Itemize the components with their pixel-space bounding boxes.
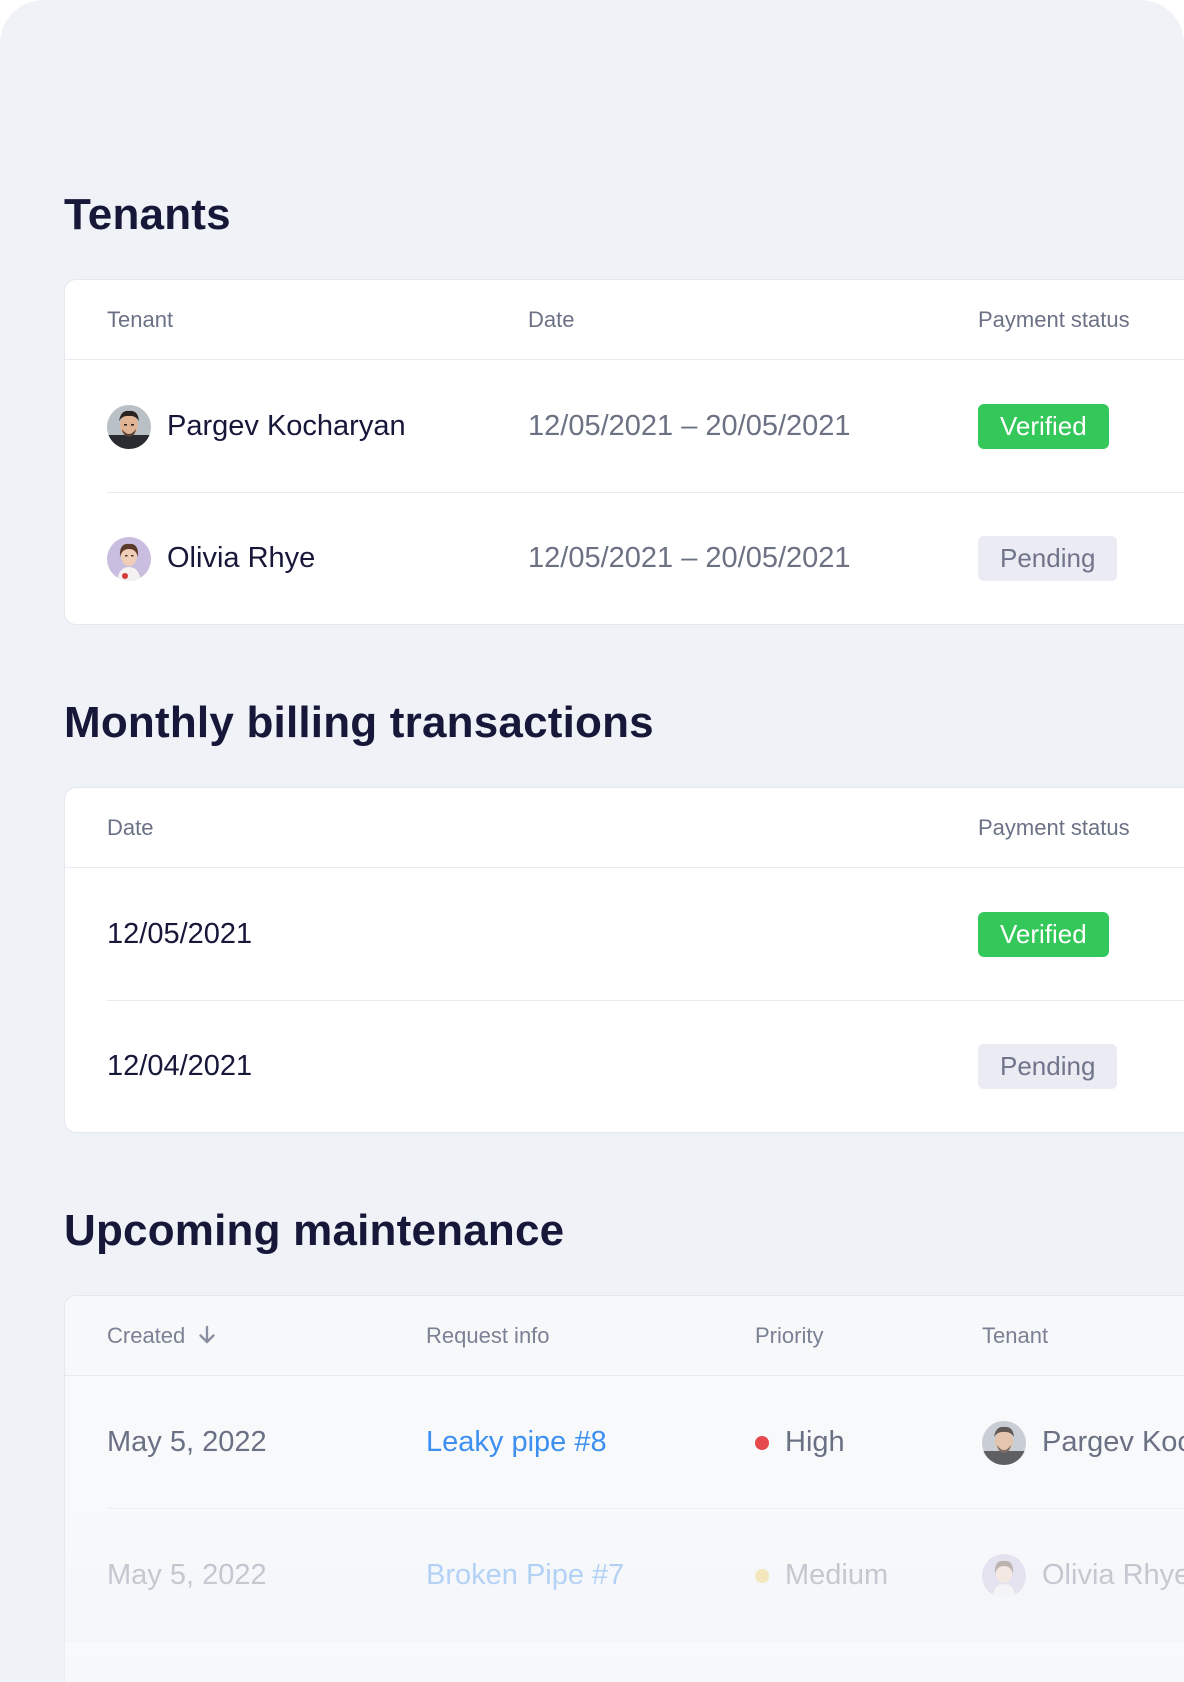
status-badge-pending: Pending bbox=[978, 1044, 1118, 1089]
created-date: May 5, 2022 bbox=[107, 1559, 267, 1591]
column-header-tenant[interactable]: Tenant bbox=[107, 280, 173, 359]
column-header-payment-status[interactable]: Payment status bbox=[978, 280, 1130, 359]
avatar-man-icon bbox=[107, 404, 151, 449]
status-cell: Pending bbox=[978, 1001, 1118, 1132]
table-row[interactable]: May 5, 2022 Broken Pipe #7 Medium Olivia… bbox=[65, 1509, 1184, 1642]
column-header-date[interactable]: Date bbox=[107, 788, 153, 867]
status-cell: Pending bbox=[978, 493, 1118, 624]
page-frame: Tenants Tenant Date Payment status Parge… bbox=[0, 0, 1184, 1682]
tenant-name: Pargev Kocharyan bbox=[167, 410, 406, 442]
created-cell: May 5, 2022 bbox=[107, 1509, 267, 1642]
table-row[interactable]: Olivia Rhye 12/05/2021 – 20/05/2021 Pend… bbox=[65, 493, 1184, 624]
billing-table: Date Payment status 12/05/2021 Verified … bbox=[64, 787, 1184, 1133]
tenant-name: Pargev Koc bbox=[1042, 1426, 1184, 1458]
arrow-down-icon[interactable] bbox=[195, 1323, 219, 1347]
billing-table-header: Date Payment status bbox=[65, 788, 1184, 868]
avatar-woman-icon bbox=[982, 1553, 1026, 1598]
request-cell: Leaky pipe #8 bbox=[426, 1376, 607, 1509]
priority-label: Medium bbox=[785, 1559, 889, 1591]
created-date: May 5, 2022 bbox=[107, 1426, 267, 1458]
maintenance-table: Created Request info Priority Tenant May… bbox=[64, 1295, 1184, 1682]
tenants-table-header: Tenant Date Payment status bbox=[65, 280, 1184, 360]
table-row[interactable]: Pargev Kocharyan 12/05/2021 – 20/05/2021… bbox=[65, 360, 1184, 493]
tenant-cell: Pargev Koc bbox=[982, 1376, 1184, 1509]
created-cell: May 5, 2022 bbox=[107, 1376, 267, 1509]
status-badge-verified: Verified bbox=[978, 404, 1109, 449]
tenant-cell: Olivia Rhye bbox=[982, 1509, 1184, 1642]
date-cell: 12/05/2021 – 20/05/2021 bbox=[528, 493, 851, 624]
column-header-priority[interactable]: Priority bbox=[755, 1296, 823, 1375]
table-row[interactable]: 12/05/2021 Verified bbox=[65, 868, 1184, 1001]
status-badge-pending: Pending bbox=[978, 536, 1118, 581]
request-cell: Broken Pipe #7 bbox=[426, 1509, 624, 1642]
transaction-date: 12/04/2021 bbox=[107, 1050, 253, 1082]
table-row[interactable]: May 5, 2022 Leaky pipe #8 High Pargev Ko… bbox=[65, 1376, 1184, 1509]
priority-dot-icon bbox=[755, 1435, 769, 1450]
priority-dot-icon bbox=[755, 1568, 769, 1583]
tenant-name: Olivia Rhye bbox=[1042, 1559, 1184, 1591]
status-cell: Verified bbox=[978, 868, 1109, 1001]
priority-cell: High bbox=[755, 1376, 845, 1509]
column-header-request-info[interactable]: Request info bbox=[426, 1296, 550, 1375]
status-badge-verified: Verified bbox=[978, 912, 1109, 957]
avatar-woman-icon bbox=[107, 536, 151, 581]
status-cell: Verified bbox=[978, 360, 1109, 493]
column-header-created[interactable]: Created bbox=[107, 1296, 219, 1375]
date-cell: 12/05/2021 bbox=[107, 868, 252, 1001]
billing-title: Monthly billing transactions bbox=[64, 698, 654, 747]
date-range: 12/05/2021 – 20/05/2021 bbox=[528, 542, 851, 574]
priority-label: High bbox=[785, 1426, 845, 1458]
request-link[interactable]: Broken Pipe #7 bbox=[426, 1559, 624, 1592]
date-cell: 12/05/2021 – 20/05/2021 bbox=[528, 360, 851, 493]
transaction-date: 12/05/2021 bbox=[107, 918, 253, 950]
tenant-cell: Olivia Rhye bbox=[107, 493, 315, 624]
table-row[interactable]: 12/04/2021 Pending bbox=[65, 1001, 1184, 1132]
avatar-man-icon bbox=[982, 1420, 1026, 1465]
date-range: 12/05/2021 – 20/05/2021 bbox=[528, 410, 851, 442]
tenants-table: Tenant Date Payment status Pargev Kochar… bbox=[64, 279, 1184, 625]
date-cell: 12/04/2021 bbox=[107, 1001, 252, 1132]
column-header-created-label: Created bbox=[107, 1323, 186, 1348]
tenant-cell: Pargev Kocharyan bbox=[107, 360, 406, 493]
tenant-name: Olivia Rhye bbox=[167, 542, 316, 574]
column-header-date[interactable]: Date bbox=[528, 280, 574, 359]
column-header-payment-status[interactable]: Payment status bbox=[978, 788, 1130, 867]
maintenance-table-header: Created Request info Priority Tenant bbox=[65, 1296, 1184, 1376]
column-header-tenant[interactable]: Tenant bbox=[982, 1296, 1048, 1375]
maintenance-title: Upcoming maintenance bbox=[64, 1206, 565, 1255]
priority-cell: Medium bbox=[755, 1509, 888, 1642]
request-link[interactable]: Leaky pipe #8 bbox=[426, 1426, 607, 1459]
tenants-title: Tenants bbox=[64, 190, 231, 239]
